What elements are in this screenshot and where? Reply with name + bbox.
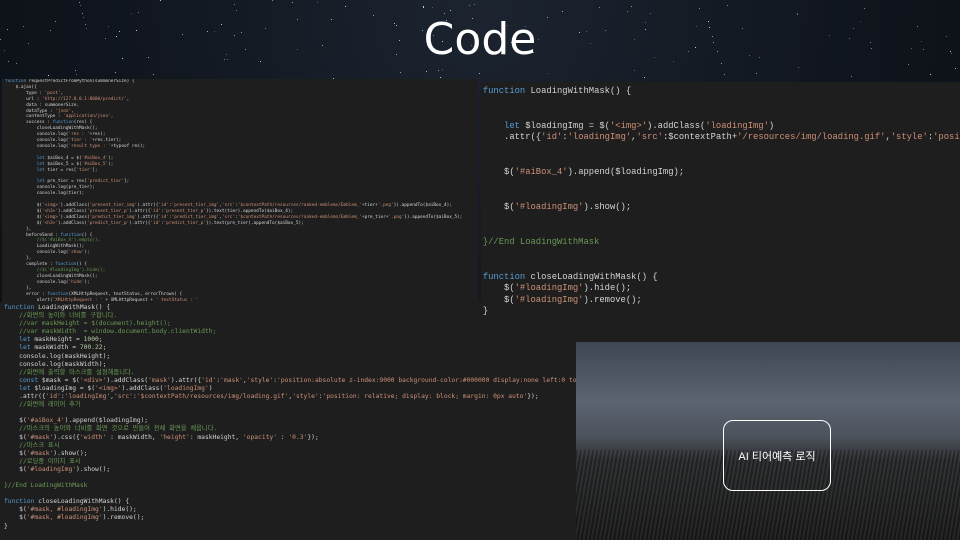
code-line: let $loadingImg = $('<img>').addClass('l… [504, 119, 775, 131]
star [631, 6, 633, 8]
star [235, 9, 237, 11]
star [400, 71, 402, 73]
star [468, 5, 470, 7]
code-line: $('#aiBox_4').append($loadingImg); [482, 166, 685, 178]
star [723, 73, 725, 75]
star [317, 2, 319, 4]
star [272, 0, 274, 1]
star [442, 69, 444, 71]
code-line: //마스크 표시 [4, 441, 60, 449]
code-line: console.log(maskHeight); [4, 352, 111, 360]
star [599, 6, 601, 8]
code-line: $('#loadingImg').remove(); [482, 293, 642, 305]
star [115, 71, 117, 73]
star [233, 4, 235, 6]
code-line: $('#mask').css({'width' : maskWidth, 'he… [4, 433, 319, 441]
star [75, 70, 77, 72]
star [474, 4, 476, 6]
code-line: let $loadingImg = $('<img>').addClass('l… [19, 384, 213, 392]
code-screenshot-loading-mask-simplified: function LoadingWithMask() { let $loadin… [481, 82, 960, 348]
star [955, 67, 956, 69]
star [79, 5, 81, 7]
star [626, 10, 628, 12]
code-line: } [482, 305, 489, 317]
code-line: $('#loadingImg').hide(); [482, 282, 632, 294]
star [929, 74, 931, 76]
star [291, 2, 293, 4]
star [797, 67, 799, 69]
star [422, 6, 424, 8]
code-line: $('<img>').addClass('predict_tier_img').… [5, 214, 463, 220]
star [48, 75, 50, 77]
star [76, 74, 78, 76]
code-line: .attr({'id':'loadingImg','src':$contextP… [482, 131, 960, 143]
star [432, 7, 434, 9]
code-line: } [4, 522, 8, 530]
code-line: const $mask = $('<div>').addClass('mask'… [19, 376, 576, 384]
code-line: function closeLoadingWithMask() { [4, 498, 130, 506]
code-line: console.log(maskWidth); [4, 360, 107, 368]
star [152, 73, 154, 75]
star [561, 10, 563, 12]
code-line: function LoadingWithMask() { [482, 85, 632, 96]
slide-title: Code [423, 14, 537, 65]
star [426, 70, 428, 72]
code-line: function closeLoadingWithMask() { [482, 270, 658, 282]
star [851, 75, 853, 77]
star [450, 10, 452, 11]
code-line: $('#mask, #loadingImg').hide(); [4, 506, 137, 514]
star [547, 73, 549, 75]
ai-tier-prediction-label: AI 티어예측 로직 [723, 420, 831, 491]
code-line: $('#mask, #loadingImg').remove(); [4, 514, 145, 522]
code-line: $('#mask').show(); [4, 449, 88, 457]
code-screenshot-request-python: function requestPredictFromPython(summon… [2, 79, 478, 302]
code-line: }//End LoadingWithMask [482, 235, 600, 247]
code-line: //로딩중 이미지 표시 [4, 457, 81, 465]
star [423, 7, 425, 9]
code-line: }//End LoadingWithMask [4, 482, 88, 490]
star [345, 6, 347, 8]
code-line: .attr({'id':'loadingImg','src':'$context… [4, 393, 539, 401]
code-line: //마스크의 높이와 너비를 화면 것으로 만들어 전체 화면을 채웁니다. [4, 425, 218, 433]
star [478, 72, 480, 74]
star [633, 69, 635, 71]
code-line: $('#loadingImg').show(); [482, 200, 632, 212]
star [160, 0, 162, 2]
star [138, 11, 140, 13]
code-line: $('#loadingImg').show(); [4, 465, 111, 473]
star [726, 5, 728, 7]
star [78, 1, 80, 3]
code-line: //화면에 레이어 추가 [4, 401, 81, 409]
star [698, 8, 700, 10]
code-line: //화면에 출력할 마스크를 설정해줍니다. [4, 368, 135, 376]
star [438, 69, 439, 71]
star [755, 73, 757, 75]
star [643, 76, 645, 78]
star [864, 8, 866, 10]
